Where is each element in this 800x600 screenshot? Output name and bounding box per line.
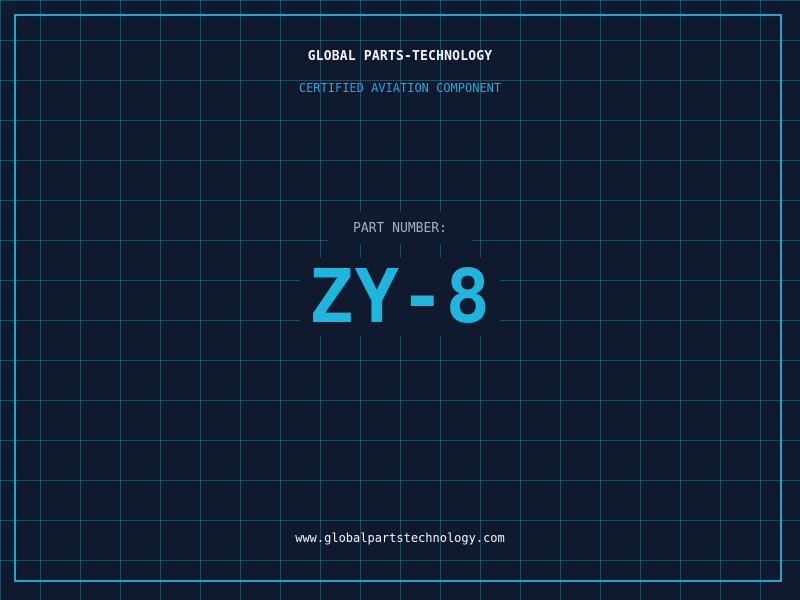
certification-tagline: CERTIFIED AVIATION COMPONENT (298, 81, 502, 95)
part-number-label: PART NUMBER: (353, 221, 447, 236)
company-name: GLOBAL PARTS-TECHNOLOGY (307, 49, 493, 64)
part-number-value: ZY-8 (308, 254, 492, 340)
blueprint-card: GLOBAL PARTS-TECHNOLOGY CERTIFIED AVIATI… (0, 0, 800, 600)
website-url: www.globalpartstechnology.com (295, 531, 505, 545)
